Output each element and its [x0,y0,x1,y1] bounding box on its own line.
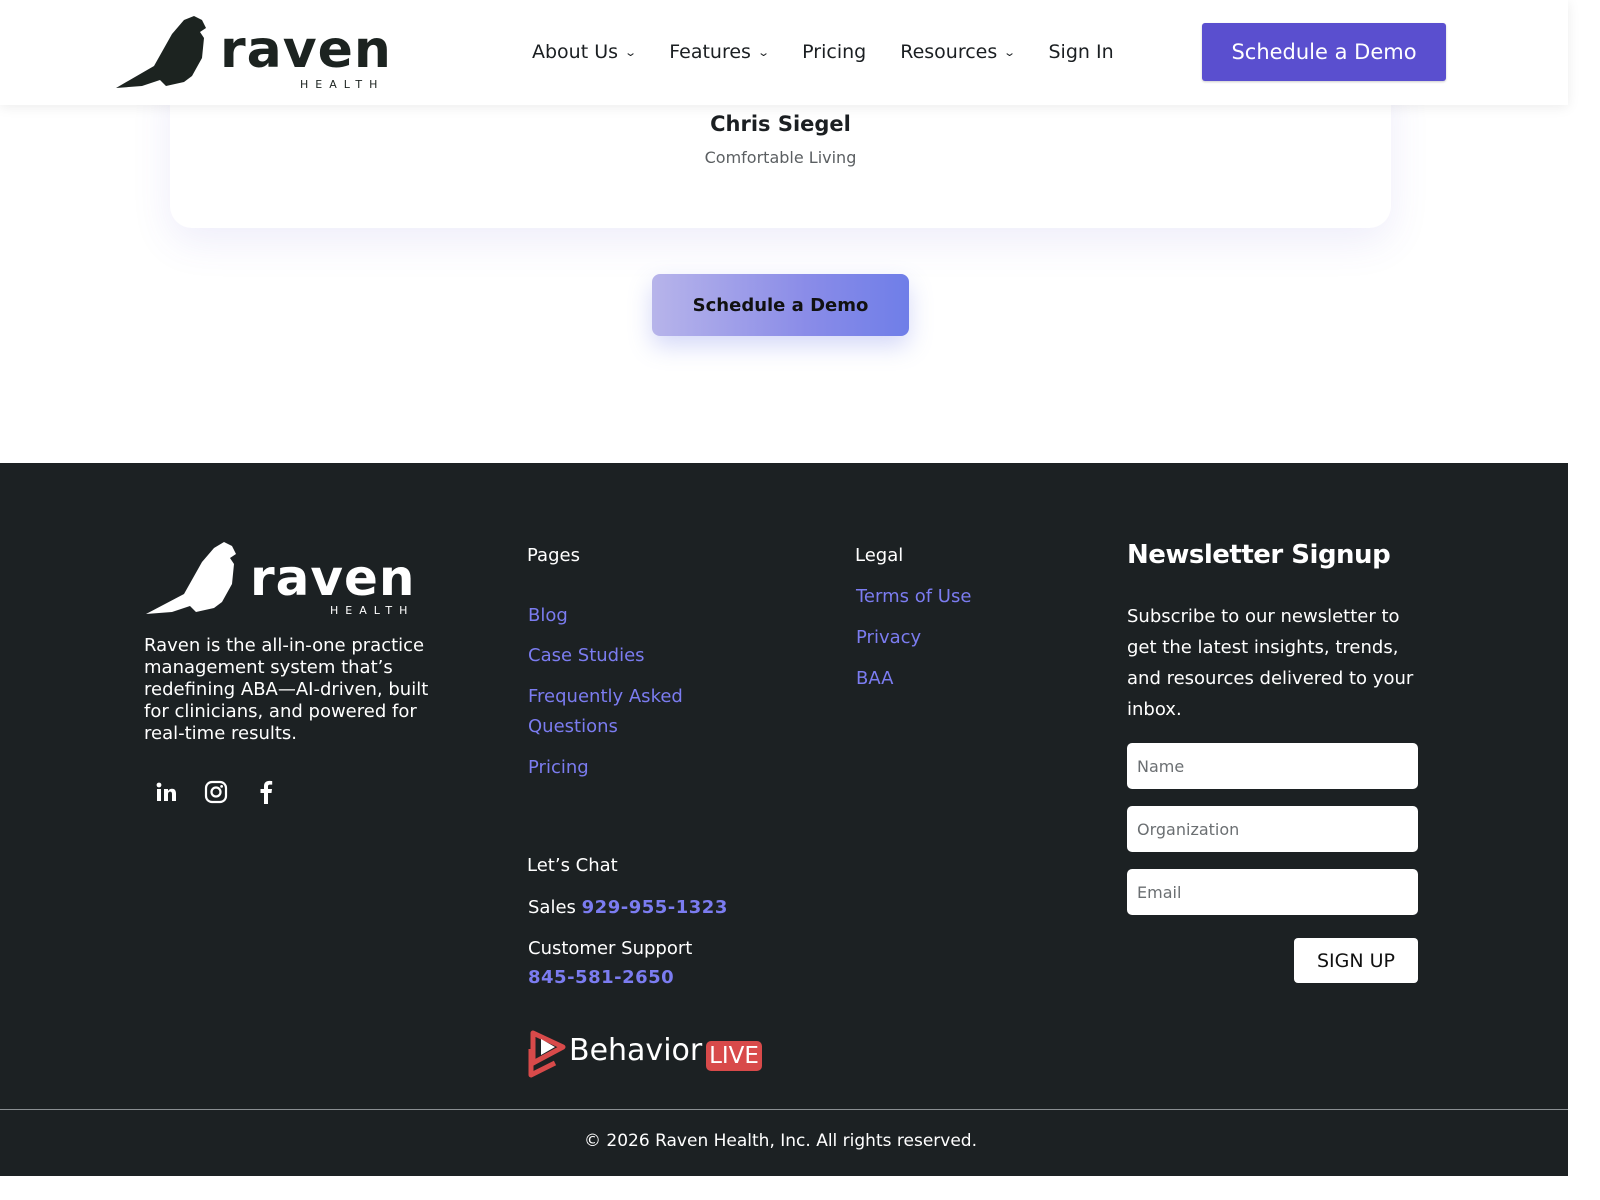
behavior-live-logo[interactable]: Behavior LIVE [527,1027,767,1079]
footer-raven-logo[interactable]: raven HEALTH [144,540,424,620]
footer-link-blog[interactable]: Blog [528,601,568,631]
main-nav: About Us ⌄ Features ⌄ Pricing Resources … [532,38,1114,66]
site-footer: raven HEALTH Raven is the all-in-one pra… [0,463,1568,1176]
logo-subtitle: HEALTH [300,78,385,91]
instagram-icon[interactable] [202,778,230,806]
footer-link-baa[interactable]: BAA [856,664,893,694]
support-label: Customer Support [528,938,693,959]
support-phone-link[interactable]: 845-581-2650 [528,963,674,992]
nav-sign-in-label: Sign In [1048,41,1114,63]
nav-resources-label: Resources [900,41,998,63]
footer-logo-wordmark: raven [250,549,416,607]
nav-features[interactable]: Features ⌄ [669,38,771,66]
schedule-demo-button-header[interactable]: Schedule a Demo [1202,23,1446,81]
chat-heading: Let’s Chat [527,855,618,876]
copyright-label: 2026 Raven Health, Inc. All rights reser… [606,1131,977,1151]
raven-logo[interactable]: raven HEALTH [114,12,394,94]
newsletter-organization-input[interactable] [1127,806,1418,852]
nav-about-us[interactable]: About Us ⌄ [532,38,638,66]
site-header: raven HEALTH About Us ⌄ Features ⌄ Prici… [0,0,1568,105]
sign-up-button[interactable]: SIGN UP [1294,938,1418,983]
logo-wordmark: raven [220,20,392,80]
newsletter-email-input[interactable] [1127,869,1418,915]
sales-label: Sales [528,897,576,918]
nav-about-us-label: About Us [532,41,619,63]
footer-link-pricing[interactable]: Pricing [528,753,589,783]
testimonial-company: Comfortable Living [704,148,857,167]
raven-bird-icon [116,16,206,88]
copyright-symbol: © [584,1131,601,1151]
facebook-icon[interactable] [252,778,280,806]
schedule-demo-button[interactable]: Schedule a Demo [652,274,909,336]
footer-logo-subtitle: HEALTH [330,604,415,617]
newsletter-text: Subscribe to our newsletter to get the l… [1127,606,1414,720]
newsletter-name-input[interactable] [1127,743,1418,789]
nav-resources[interactable]: Resources ⌄ [900,38,1017,66]
behavior-live-play-icon [528,1030,566,1078]
footer-link-case-studies[interactable]: Case Studies [528,641,645,671]
linkedin-icon[interactable] [152,778,180,806]
nav-pricing[interactable]: Pricing [802,38,866,66]
footer-link-terms[interactable]: Terms of Use [856,582,971,612]
behavior-word: Behavior [569,1033,703,1068]
newsletter-title: Newsletter Signup [1127,540,1391,570]
chevron-down-icon: ⌄ [757,45,771,59]
footer-link-privacy[interactable]: Privacy [856,623,921,653]
live-badge: LIVE [706,1041,762,1071]
raven-bird-icon [146,542,236,614]
copyright-text: © 2026 Raven Health, Inc. All rights res… [0,1131,1561,1151]
nav-features-label: Features [669,41,751,63]
sales-line: Sales 929-955-1323 [528,893,728,922]
sales-phone-link[interactable]: 929-955-1323 [582,897,728,918]
footer-description: Raven is the all-in-one practice managem… [144,635,429,744]
nav-pricing-label: Pricing [802,41,867,63]
footer-divider [0,1109,1568,1110]
chevron-down-icon: ⌄ [624,45,638,59]
pages-heading: Pages [527,545,580,566]
legal-heading: Legal [855,545,904,566]
testimonial-name: Chris Siegel [710,112,851,136]
nav-sign-in[interactable]: Sign In [1048,38,1113,66]
social-links [152,778,280,806]
footer-link-faq[interactable]: Frequently Asked Questions [528,682,728,742]
chevron-down-icon: ⌄ [1003,45,1017,59]
